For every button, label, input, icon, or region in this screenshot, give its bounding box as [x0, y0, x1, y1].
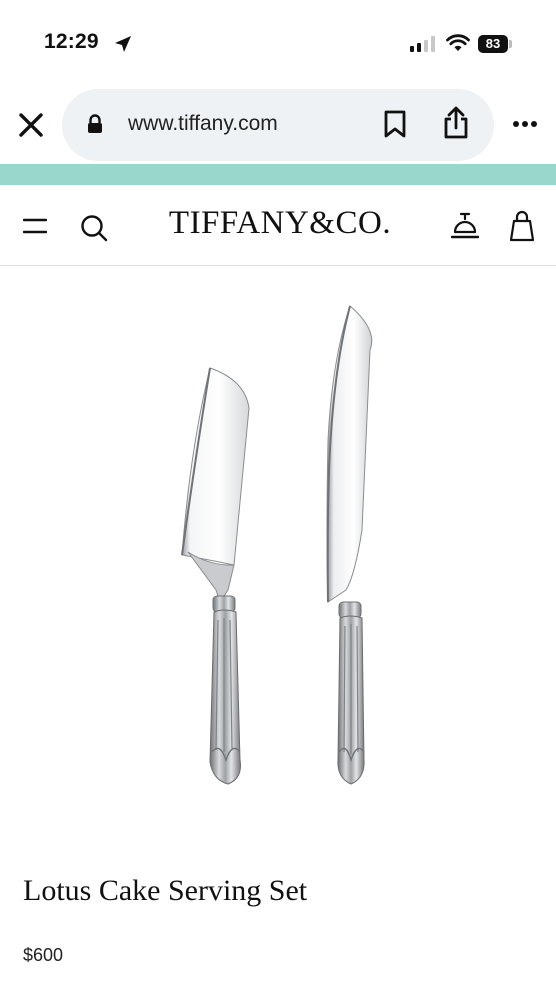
battery-cap [509, 40, 512, 48]
product-price: $600 [23, 945, 64, 965]
cellular-signal-icon [410, 36, 435, 52]
status-time: 12:29 [44, 30, 99, 53]
cake-server [181, 367, 250, 785]
battery-icon: 83 [478, 35, 508, 53]
cake-knife [326, 305, 373, 785]
url-text[interactable]: www.tiffany.com [128, 112, 278, 136]
shopping-bag-icon[interactable] [509, 210, 535, 242]
product-title[interactable]: Lotus Cake Serving Set [23, 874, 307, 908]
close-icon[interactable] [18, 112, 44, 138]
location-arrow-icon [115, 36, 131, 52]
menu-icon[interactable] [23, 218, 47, 234]
brand-logo[interactable]: TIFFANY&CO. [140, 205, 420, 242]
promo-strip [0, 164, 556, 185]
address-bar[interactable] [62, 89, 494, 161]
battery-level: 83 [485, 36, 501, 51]
lock-icon [88, 114, 102, 133]
status-bar: 12:29 83 [0, 0, 556, 88]
more-icon[interactable] [512, 120, 538, 128]
wifi-icon [446, 34, 470, 51]
product-image[interactable] [150, 290, 410, 830]
service-bell-icon[interactable] [451, 211, 479, 241]
search-icon[interactable] [80, 214, 108, 242]
bookmark-icon[interactable] [383, 109, 407, 139]
share-icon[interactable] [442, 106, 470, 140]
